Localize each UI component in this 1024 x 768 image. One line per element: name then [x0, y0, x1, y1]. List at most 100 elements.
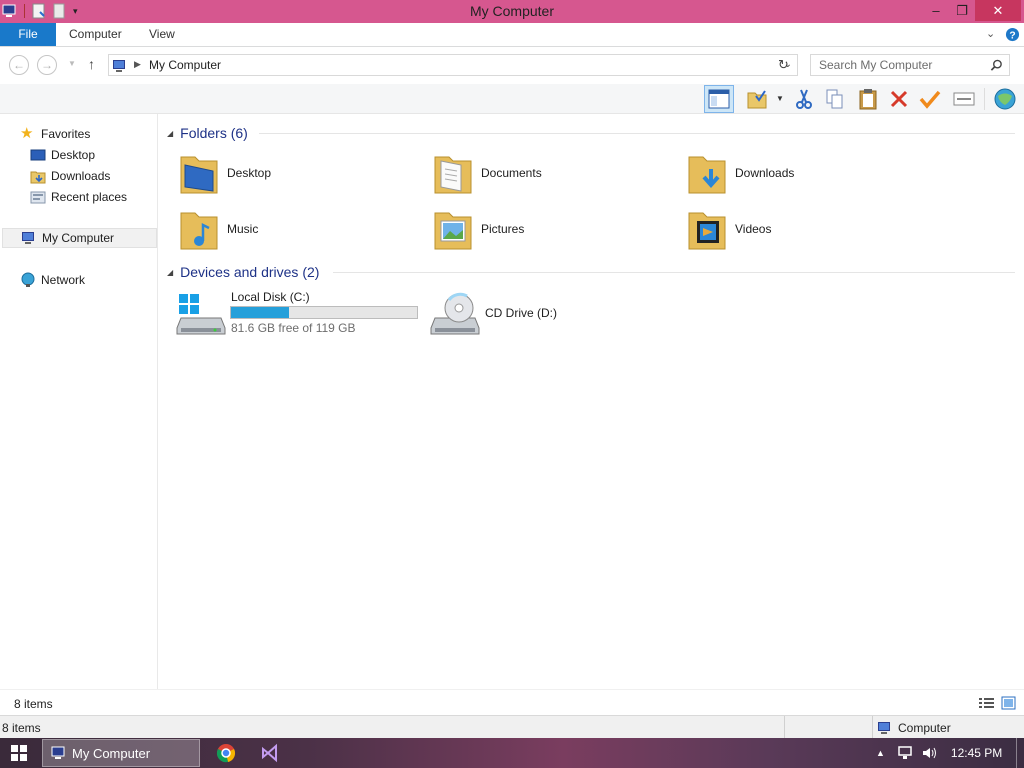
- show-hidden-icons-icon[interactable]: ▲: [876, 748, 885, 758]
- group-header-folders[interactable]: ◢ Folders (6): [167, 123, 248, 143]
- recent-locations-icon[interactable]: ▼: [68, 59, 76, 68]
- copy-button[interactable]: [820, 85, 850, 113]
- forward-button[interactable]: →: [37, 55, 57, 75]
- network-globe-button[interactable]: [990, 85, 1020, 113]
- cut-button[interactable]: [789, 85, 819, 113]
- volume-icon[interactable]: [921, 745, 937, 761]
- close-button[interactable]: ✕: [975, 0, 1021, 21]
- folder-item-desktop[interactable]: Desktop: [177, 149, 271, 197]
- folder-item-downloads[interactable]: Downloads: [685, 149, 794, 197]
- scissors-icon: [796, 89, 812, 109]
- sidebar-item-label: Network: [41, 273, 86, 287]
- group-title: Folders (6): [180, 125, 248, 141]
- preview-pane-button[interactable]: [704, 85, 734, 113]
- folder-item-documents[interactable]: Documents: [431, 149, 542, 197]
- computer-icon: [113, 60, 125, 72]
- up-button[interactable]: ↑: [88, 56, 95, 72]
- search-input[interactable]: [819, 58, 979, 72]
- collapse-triangle-icon[interactable]: ◢: [167, 268, 173, 277]
- downloads-folder-icon: [30, 171, 46, 184]
- window-title: My Computer: [469, 3, 555, 19]
- large-icons-view-icon[interactable]: [1001, 696, 1016, 710]
- folder-check-icon: [747, 90, 767, 109]
- system-tray: ▲ 12:45 PM: [876, 738, 1022, 768]
- expand-ribbon-icon[interactable]: ⌄: [986, 27, 995, 40]
- checkmark-icon: [919, 90, 941, 109]
- search-box[interactable]: [810, 54, 1010, 76]
- sidebar-item-label: Recent places: [51, 190, 128, 204]
- select-all-button[interactable]: [742, 85, 772, 113]
- show-desktop-button[interactable]: [1016, 738, 1022, 768]
- drive-free-space: 81.6 GB free of 119 GB: [231, 321, 356, 335]
- tab-computer[interactable]: Computer: [69, 23, 122, 46]
- globe-icon: [994, 88, 1016, 110]
- refresh-button[interactable]: ↻: [778, 57, 789, 73]
- status-divider: [872, 716, 873, 739]
- paste-button[interactable]: [853, 85, 883, 113]
- search-icon[interactable]: [990, 59, 1003, 72]
- status-bar: 8 items: [0, 689, 1024, 715]
- secondary-status-bar: 8 items Computer: [0, 715, 1024, 739]
- view-dropdown-icon[interactable]: ▼: [776, 94, 784, 103]
- collapse-triangle-icon[interactable]: ◢: [167, 129, 173, 138]
- sidebar-item-recent-places[interactable]: Recent places: [30, 187, 127, 207]
- address-bar[interactable]: ▶ My Computer ⌄: [108, 54, 798, 76]
- sidebar-item-desktop[interactable]: Desktop: [30, 145, 95, 165]
- sidebar-item-label: My Computer: [42, 231, 115, 245]
- capacity-bar-fill: [231, 307, 290, 318]
- group-divider: [259, 133, 1015, 134]
- title-bar: ▾ My Computer – ❐ ✕: [0, 0, 1024, 23]
- minimize-icon: –: [932, 3, 940, 18]
- folder-item-pictures[interactable]: Pictures: [431, 205, 524, 253]
- folder-label: Music: [227, 222, 259, 236]
- sidebar-item-downloads[interactable]: Downloads: [30, 166, 110, 186]
- taskbar-item-my-computer[interactable]: My Computer: [42, 739, 200, 767]
- folder-item-videos[interactable]: Videos: [685, 205, 771, 253]
- folder-label: Downloads: [735, 166, 795, 180]
- group-title: Devices and drives (2): [180, 264, 320, 280]
- back-arrow-icon: ←: [13, 58, 25, 72]
- tab-view[interactable]: View: [149, 23, 175, 46]
- clock[interactable]: 12:45 PM: [951, 746, 1002, 760]
- minimize-button[interactable]: –: [925, 0, 947, 21]
- visual-studio-icon[interactable]: [260, 743, 280, 763]
- desktop-folder-icon: [180, 156, 218, 194]
- apply-button[interactable]: [915, 85, 945, 113]
- delete-button[interactable]: [884, 85, 914, 113]
- close-icon: ✕: [992, 2, 1004, 18]
- folder-item-music[interactable]: Music: [177, 205, 258, 253]
- delete-x-icon: [890, 90, 908, 108]
- sidebar-item-network[interactable]: Network: [20, 270, 85, 290]
- details-view-icon[interactable]: [979, 697, 994, 710]
- rename-button[interactable]: [949, 85, 979, 113]
- copy-icon: [826, 89, 843, 109]
- help-icon[interactable]: ?: [1005, 27, 1020, 42]
- sidebar-item-label: Downloads: [51, 169, 111, 183]
- toolbar: ▼: [0, 84, 1024, 114]
- pictures-folder-icon: [434, 212, 472, 250]
- restore-button[interactable]: ❐: [950, 0, 974, 21]
- breadcrumb[interactable]: My Computer: [149, 58, 221, 72]
- folder-label: Desktop: [227, 166, 272, 180]
- cd-drive-icon: [430, 292, 480, 335]
- restore-icon: ❐: [956, 2, 968, 18]
- group-header-devices[interactable]: ◢ Devices and drives (2): [167, 262, 319, 282]
- breadcrumb-chevron-icon[interactable]: ▶: [134, 59, 141, 70]
- computer-icon: [878, 722, 890, 734]
- sidebar-item-favorites[interactable]: ★ Favorites: [20, 124, 90, 144]
- documents-folder-icon: [434, 156, 472, 194]
- chrome-icon[interactable]: [216, 743, 236, 763]
- sidebar-item-my-computer[interactable]: My Computer: [2, 228, 157, 248]
- back-button[interactable]: ←: [9, 55, 29, 75]
- capacity-bar: [230, 306, 418, 319]
- windows-drive-icon: [176, 294, 226, 335]
- start-button[interactable]: [0, 738, 38, 768]
- drive-item-cd-drive[interactable]: CD Drive (D:): [429, 290, 629, 340]
- preview-pane-icon: [708, 89, 730, 109]
- svg-text:?: ?: [1009, 30, 1015, 41]
- drive-item-local-disk[interactable]: Local Disk (C:) 81.6 GB free of 119 GB: [175, 290, 420, 340]
- tab-file[interactable]: File: [0, 23, 56, 46]
- taskbar-item-label: My Computer: [72, 745, 151, 761]
- network-tray-icon[interactable]: [897, 745, 913, 761]
- downloads-folder-icon: [688, 156, 726, 194]
